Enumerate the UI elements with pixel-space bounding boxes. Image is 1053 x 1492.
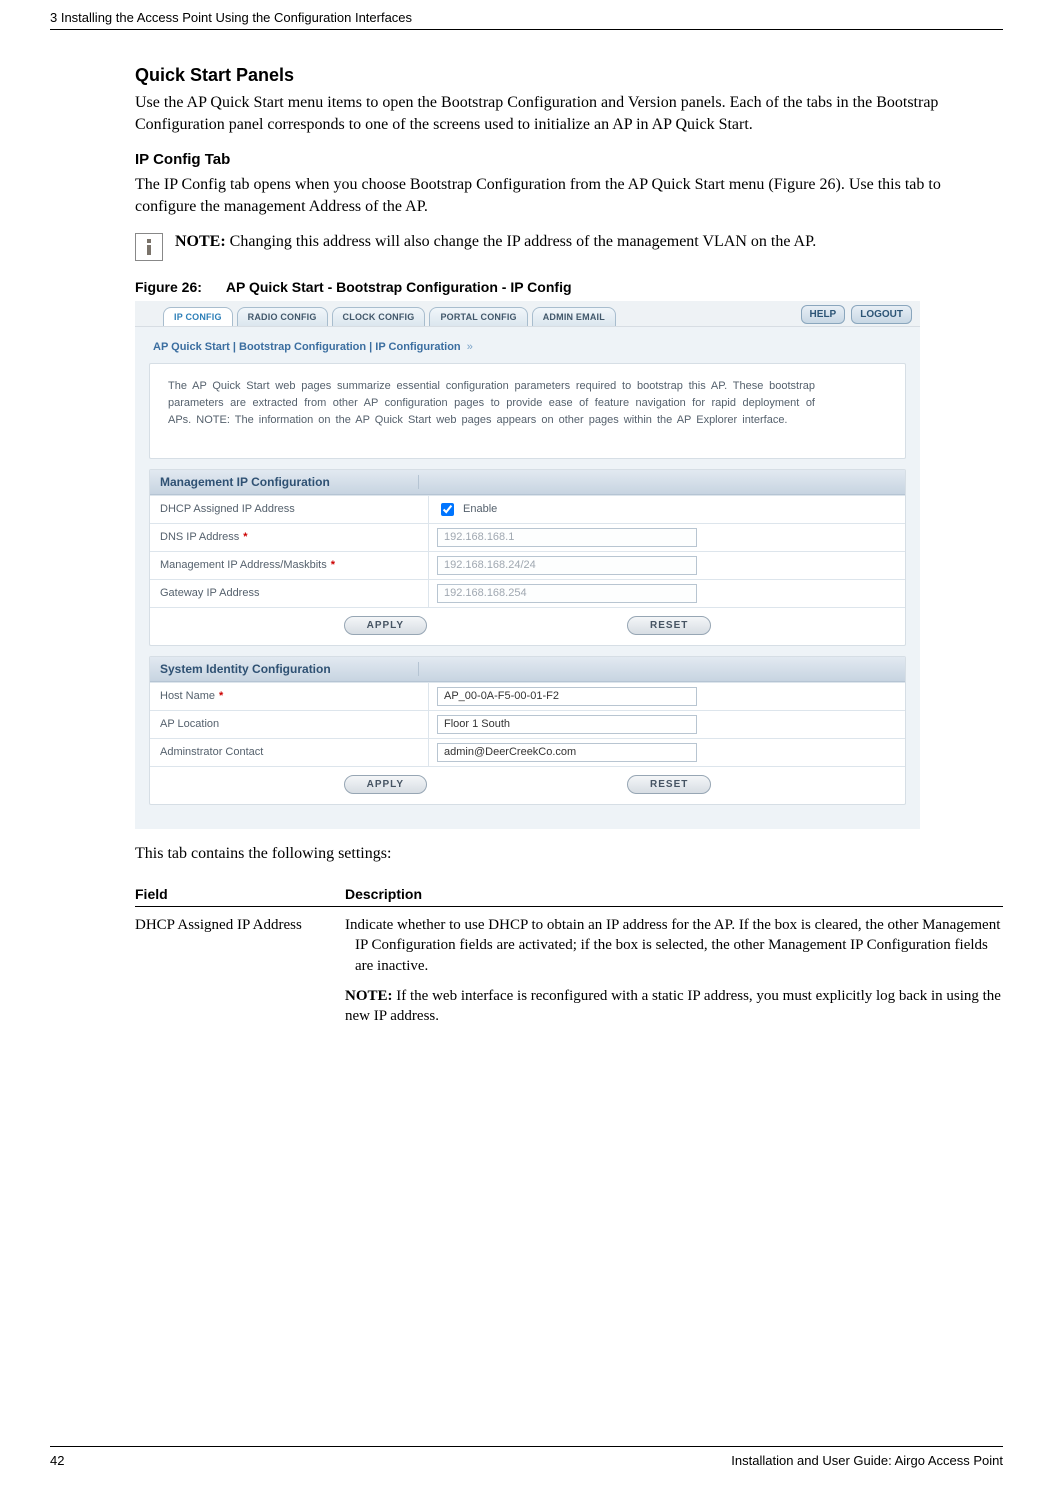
- note-block: NOTE: Changing this address will also ch…: [135, 231, 1003, 261]
- mip-header-label: Management IP Configuration: [160, 475, 418, 489]
- dns-input[interactable]: [437, 528, 697, 547]
- note-text: NOTE: Changing this address will also ch…: [175, 231, 816, 253]
- row-gateway: Gateway IP Address: [150, 579, 905, 607]
- note-label: NOTE:: [175, 233, 226, 250]
- subsection-title: IP Config Tab: [135, 151, 1003, 168]
- header-text: 3 Installing the Access Point Using the …: [50, 10, 412, 25]
- apply-button[interactable]: APPLY: [344, 775, 427, 794]
- page-number: 42: [50, 1453, 64, 1468]
- settings-table: Field Description DHCP Assigned IP Addre…: [135, 882, 1003, 1036]
- tab-clock-config[interactable]: CLOCK CONFIG: [332, 307, 426, 326]
- sys-header-label: System Identity Configuration: [160, 662, 418, 676]
- figure-number: Figure 26:: [135, 279, 202, 295]
- table-header: Field Description: [135, 882, 1003, 907]
- system-identity-panel: System Identity Configuration Host Name …: [149, 656, 906, 805]
- tab-strip: IP CONFIG RADIO CONFIG CLOCK CONFIG PORT…: [135, 301, 920, 327]
- breadcrumb-arrows-icon: »: [467, 341, 473, 353]
- mgmt-label: Management IP Address/Maskbits: [160, 559, 327, 571]
- reset-button[interactable]: RESET: [627, 775, 711, 794]
- hostname-input[interactable]: [437, 687, 697, 706]
- row-dns: DNS IP Address *: [150, 523, 905, 551]
- intro-panel: The AP Quick Start web pages summarize e…: [149, 363, 906, 458]
- section-intro: Use the AP Quick Start menu items to ope…: [135, 92, 1003, 135]
- th-field: Field: [135, 886, 345, 902]
- breadcrumb-text: AP Quick Start | Bootstrap Configuration…: [153, 341, 461, 353]
- sys-header: System Identity Configuration: [150, 657, 905, 682]
- sys-button-row: APPLY RESET: [150, 766, 905, 804]
- row-hostname: Host Name *: [150, 682, 905, 710]
- tab-radio-config[interactable]: RADIO CONFIG: [237, 307, 328, 326]
- footer-title: Installation and User Guide: Airgo Acces…: [731, 1453, 1003, 1468]
- row-location: AP Location: [150, 710, 905, 738]
- reset-button[interactable]: RESET: [627, 616, 711, 635]
- desc-note-label: NOTE:: [345, 988, 393, 1004]
- management-ip-panel: Management IP Configuration DHCP Assigne…: [149, 469, 906, 646]
- figure-title: AP Quick Start - Bootstrap Configuration…: [226, 279, 572, 295]
- breadcrumb: AP Quick Start | Bootstrap Configuration…: [149, 335, 906, 363]
- desc-para-1: Indicate whether to use DHCP to obtain a…: [345, 915, 1003, 976]
- figure-caption: Figure 26: AP Quick Start - Bootstrap Con…: [135, 279, 1003, 295]
- page-footer: 42 Installation and User Guide: Airgo Ac…: [50, 1446, 1003, 1468]
- subsection-body: The IP Config tab opens when you choose …: [135, 174, 1003, 217]
- required-icon: *: [219, 690, 223, 702]
- help-button[interactable]: HELP: [801, 305, 846, 324]
- tab-admin-email[interactable]: ADMIN EMAIL: [532, 307, 616, 326]
- info-icon: [135, 233, 163, 261]
- mip-button-row: APPLY RESET: [150, 607, 905, 645]
- location-label: AP Location: [150, 711, 428, 738]
- logout-button[interactable]: LOGOUT: [851, 305, 912, 324]
- tab-ip-config[interactable]: IP CONFIG: [163, 307, 233, 326]
- dhcp-checkbox[interactable]: [441, 503, 454, 516]
- gateway-label: Gateway IP Address: [150, 580, 428, 607]
- after-figure-text: This tab contains the following settings…: [135, 843, 1003, 865]
- table-row: DHCP Assigned IP Address Indicate whethe…: [135, 907, 1003, 1036]
- hostname-label: Host Name: [160, 690, 215, 702]
- dhcp-label: DHCP Assigned IP Address: [150, 496, 428, 523]
- admin-input[interactable]: [437, 743, 697, 762]
- th-description: Description: [345, 886, 1003, 902]
- row-admin: Adminstrator Contact: [150, 738, 905, 766]
- tab-portal-config[interactable]: PORTAL CONFIG: [429, 307, 527, 326]
- screenshot-panel: IP CONFIG RADIO CONFIG CLOCK CONFIG PORT…: [135, 301, 920, 828]
- dhcp-enable-text: Enable: [463, 503, 497, 515]
- location-input[interactable]: [437, 715, 697, 734]
- mgmt-input[interactable]: [437, 556, 697, 575]
- gateway-input[interactable]: [437, 584, 697, 603]
- desc-note-text: If the web interface is reconfigured wit…: [345, 988, 1001, 1024]
- intro-text: The AP Quick Start web pages summarize e…: [150, 364, 905, 457]
- note-body: Changing this address will also change t…: [226, 233, 817, 250]
- td-description: Indicate whether to use DHCP to obtain a…: [345, 915, 1003, 1036]
- section-title: Quick Start Panels: [135, 65, 1003, 86]
- row-dhcp: DHCP Assigned IP Address Enable: [150, 495, 905, 523]
- mip-header: Management IP Configuration: [150, 470, 905, 495]
- row-mgmt: Management IP Address/Maskbits *: [150, 551, 905, 579]
- required-icon: *: [243, 531, 247, 543]
- running-header: 3 Installing the Access Point Using the …: [50, 10, 1003, 30]
- required-icon: *: [331, 559, 335, 571]
- apply-button[interactable]: APPLY: [344, 616, 427, 635]
- admin-label: Adminstrator Contact: [150, 739, 428, 766]
- td-field: DHCP Assigned IP Address: [135, 915, 345, 1036]
- dns-label: DNS IP Address: [160, 531, 239, 543]
